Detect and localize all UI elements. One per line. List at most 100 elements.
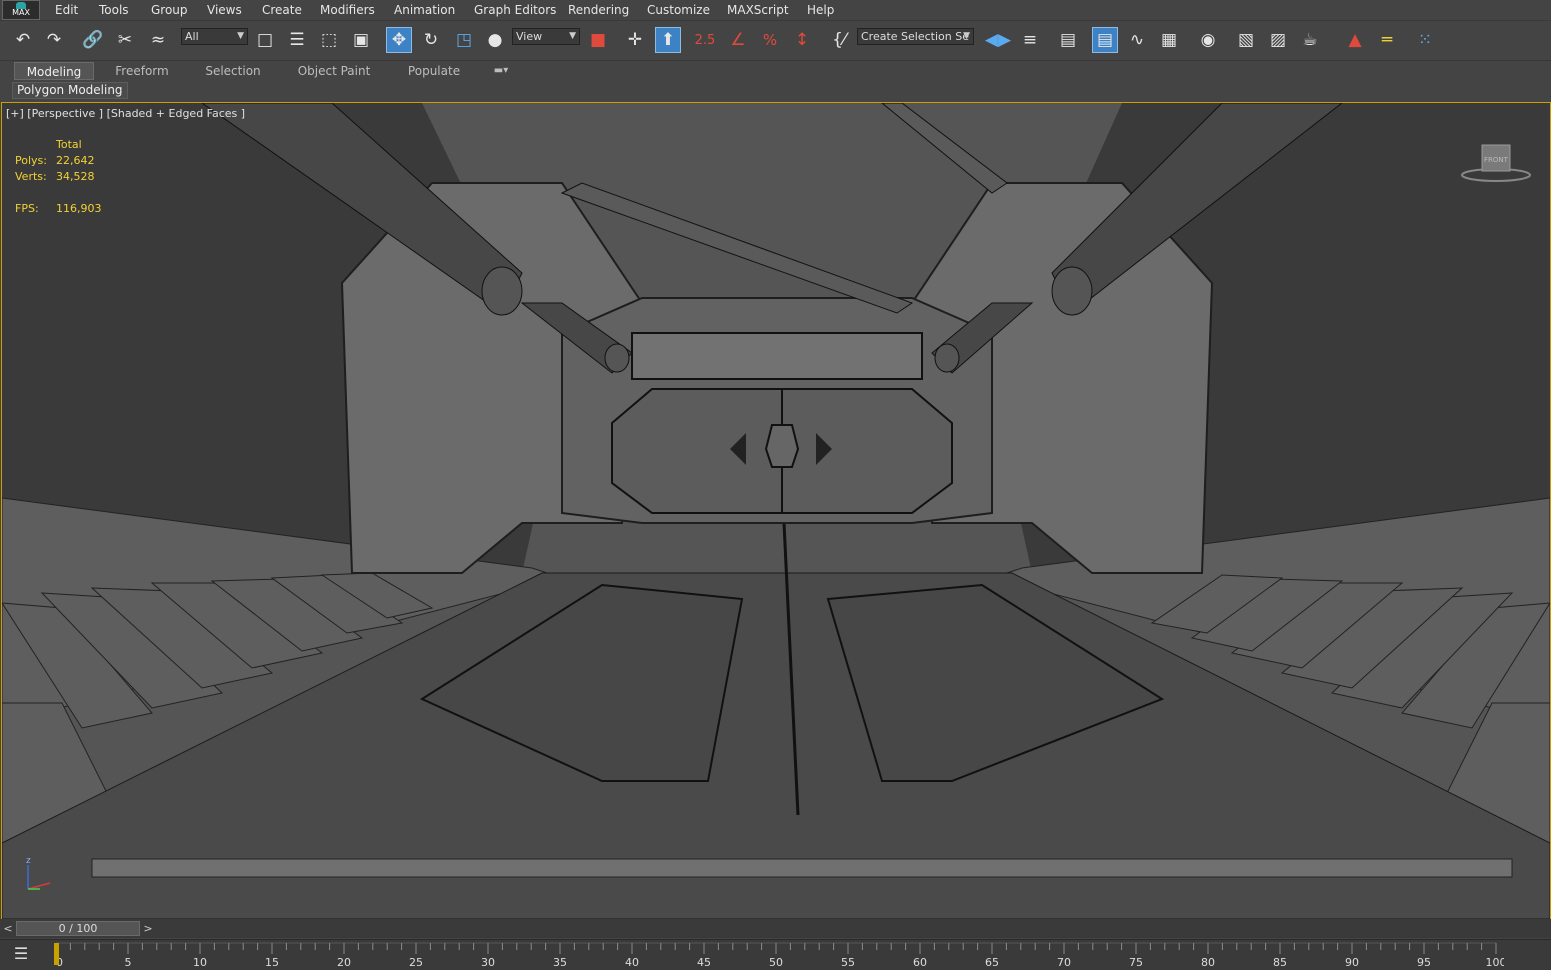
chevron-down-icon: ▼ (569, 31, 576, 41)
angle-snap-icon[interactable]: ∠ (725, 27, 751, 53)
time-next-button[interactable]: > (141, 920, 155, 937)
select-move-icon[interactable]: ✥ (386, 27, 412, 53)
render-setup-icon[interactable]: ▧ (1233, 27, 1259, 53)
keyboard-shortcut-override-icon[interactable]: ⬆ (655, 27, 681, 53)
redo-icon[interactable]: ↷ (41, 27, 67, 53)
track-bar-label: 40 (625, 956, 639, 969)
track-bar-label: 95 (1417, 956, 1431, 969)
ribbon-options-icon[interactable]: ▬▾ (485, 62, 517, 80)
track-bar-label: 45 (697, 956, 711, 969)
rendered-frame-window-icon[interactable]: ▨ (1265, 27, 1291, 53)
menu-views[interactable]: Views (207, 3, 242, 17)
schematic-view-icon[interactable]: ▦ (1156, 27, 1182, 53)
scene-door-header (631, 332, 923, 380)
track-bar-label: 60 (913, 956, 927, 969)
viewport-scene (2, 103, 1550, 919)
menu-animation[interactable]: Animation (394, 3, 455, 17)
chevron-down-icon: ▼ (963, 31, 970, 41)
named-selection-dropdown[interactable]: Create Selection Se ▼ (857, 28, 974, 45)
axis-tripod-icon: z (26, 856, 51, 890)
unlink-icon[interactable]: ✂ (112, 27, 138, 53)
current-frame-marker[interactable] (54, 943, 59, 965)
track-bar-label: 90 (1345, 956, 1359, 969)
select-rotate-icon[interactable]: ↻ (418, 27, 444, 53)
material-editor-icon[interactable]: ◉ (1195, 27, 1221, 53)
logo-text: MAX (12, 8, 30, 17)
stats-verts-label: Verts: (15, 170, 47, 183)
selection-filter-dropdown[interactable]: All ▼ (181, 28, 248, 45)
menu-edit[interactable]: Edit (55, 3, 78, 17)
menu-help[interactable]: Help (807, 3, 834, 17)
track-bar-label: 65 (985, 956, 999, 969)
window-crossing-icon[interactable]: ▣ (348, 27, 374, 53)
track-bar-label: 15 (265, 956, 279, 969)
rect-selection-icon[interactable]: ⬚ (316, 27, 342, 53)
selection-filter-value: All (185, 30, 199, 43)
curve-editor-icon[interactable]: ∿ (1124, 27, 1150, 53)
track-bar-label: 50 (769, 956, 783, 969)
time-slider[interactable]: 0 / 100 (16, 921, 140, 936)
polygon-modeling-panel-button[interactable]: Polygon Modeling (12, 82, 128, 99)
link-icon[interactable]: 🔗 (80, 27, 106, 53)
stats-verts-value: 34,528 (56, 170, 95, 183)
spinner-snap-icon[interactable]: ↕ (789, 27, 815, 53)
viewport-label[interactable]: [+] [Perspective ] [Shaded + Edged Faces… (6, 107, 245, 120)
mini-curve-editor-icon[interactable]: ☰ (8, 944, 34, 966)
tab-populate[interactable]: Populate (400, 62, 468, 80)
scene-floor-edge (91, 858, 1513, 878)
menu-bar: MAX Edit Tools Group Views Create Modifi… (0, 0, 1551, 21)
align-icon[interactable]: ≡ (1017, 27, 1043, 53)
undo-icon[interactable]: ↶ (10, 27, 36, 53)
track-bar-label: 80 (1201, 956, 1215, 969)
percent-snap-label: % (762, 31, 778, 49)
reference-coordinate-dropdown[interactable]: View ▼ (512, 28, 580, 45)
placement-icon[interactable]: ● (482, 27, 508, 53)
particle-view-icon[interactable]: ⁙ (1412, 27, 1438, 53)
track-bar-scale[interactable]: 0 5 10 15 20 25 30 35 40 45 50 55 60 65 70 75 80 85 90 95 10… (54, 940, 1504, 970)
viewcube-face-label: FRONT (1484, 156, 1509, 164)
app-logo[interactable]: MAX (2, 0, 40, 20)
menu-customize[interactable]: Customize (647, 3, 710, 17)
percent-snap-icon[interactable]: % (757, 27, 783, 53)
viewcube[interactable]: FRONT (1460, 143, 1532, 183)
render-production-icon[interactable]: ☕ (1297, 27, 1323, 53)
tab-freeform[interactable]: Freeform (103, 62, 181, 80)
time-slider-bar: < 0 / 100 > (0, 919, 1551, 938)
stats-fps-label: FPS: (15, 202, 39, 215)
menu-group[interactable]: Group (151, 3, 188, 17)
select-by-name-icon[interactable]: ☰ (284, 27, 310, 53)
select-manipulate-icon[interactable]: ✛ (622, 27, 648, 53)
ribbon-panel: Polygon Modeling (0, 81, 1551, 101)
track-bar-label: 75 (1129, 956, 1143, 969)
select-object-icon[interactable]: □ (252, 27, 278, 53)
tab-modeling[interactable]: Modeling (14, 62, 94, 80)
select-scale-icon[interactable]: ◳ (451, 27, 477, 53)
track-bar-label: 25 (409, 956, 423, 969)
menu-maxscript[interactable]: MAXScript (727, 3, 789, 17)
track-bar-label: 10 (193, 956, 207, 969)
mirror-icon[interactable]: ◀▶ (985, 27, 1011, 53)
menu-rendering[interactable]: Rendering (568, 3, 629, 17)
layer-explorer-icon[interactable]: ▤ (1055, 27, 1081, 53)
reference-coordinate-value: View (516, 30, 543, 43)
bind-spacewarp-icon[interactable]: ≈ (145, 27, 171, 53)
edit-named-selection-icon[interactable]: {⁄ (826, 27, 852, 53)
pivot-center-icon[interactable]: ■ (585, 27, 611, 53)
tab-object-paint[interactable]: Object Paint (290, 62, 378, 80)
menu-tools[interactable]: Tools (99, 3, 129, 17)
graphite-tools-icon[interactable]: ▲ (1342, 27, 1368, 53)
time-prev-button[interactable]: < (1, 920, 15, 937)
track-bar[interactable]: ☰ 0 5 10 15 20 25 30 35 40 45 50 55 60 65 70 75 80 85 90 95… (0, 939, 1551, 970)
menu-create[interactable]: Create (262, 3, 302, 17)
measure-icon[interactable]: ═ (1374, 27, 1400, 53)
scene-door-emblem (764, 424, 800, 468)
viewcube-icon: FRONT (1461, 144, 1531, 182)
track-bar-label: 85 (1273, 956, 1287, 969)
toggle-ribbon-icon[interactable]: ▤ (1092, 27, 1118, 53)
menu-modifiers[interactable]: Modifiers (320, 3, 375, 17)
perspective-viewport[interactable]: [+] [Perspective ] [Shaded + Edged Faces… (1, 102, 1551, 920)
menu-graph-editors[interactable]: Graph Editors (474, 3, 556, 17)
tab-selection[interactable]: Selection (194, 62, 272, 80)
snaps-toggle-icon[interactable]: 2.5 (692, 27, 718, 53)
track-bar-label: 20 (337, 956, 351, 969)
